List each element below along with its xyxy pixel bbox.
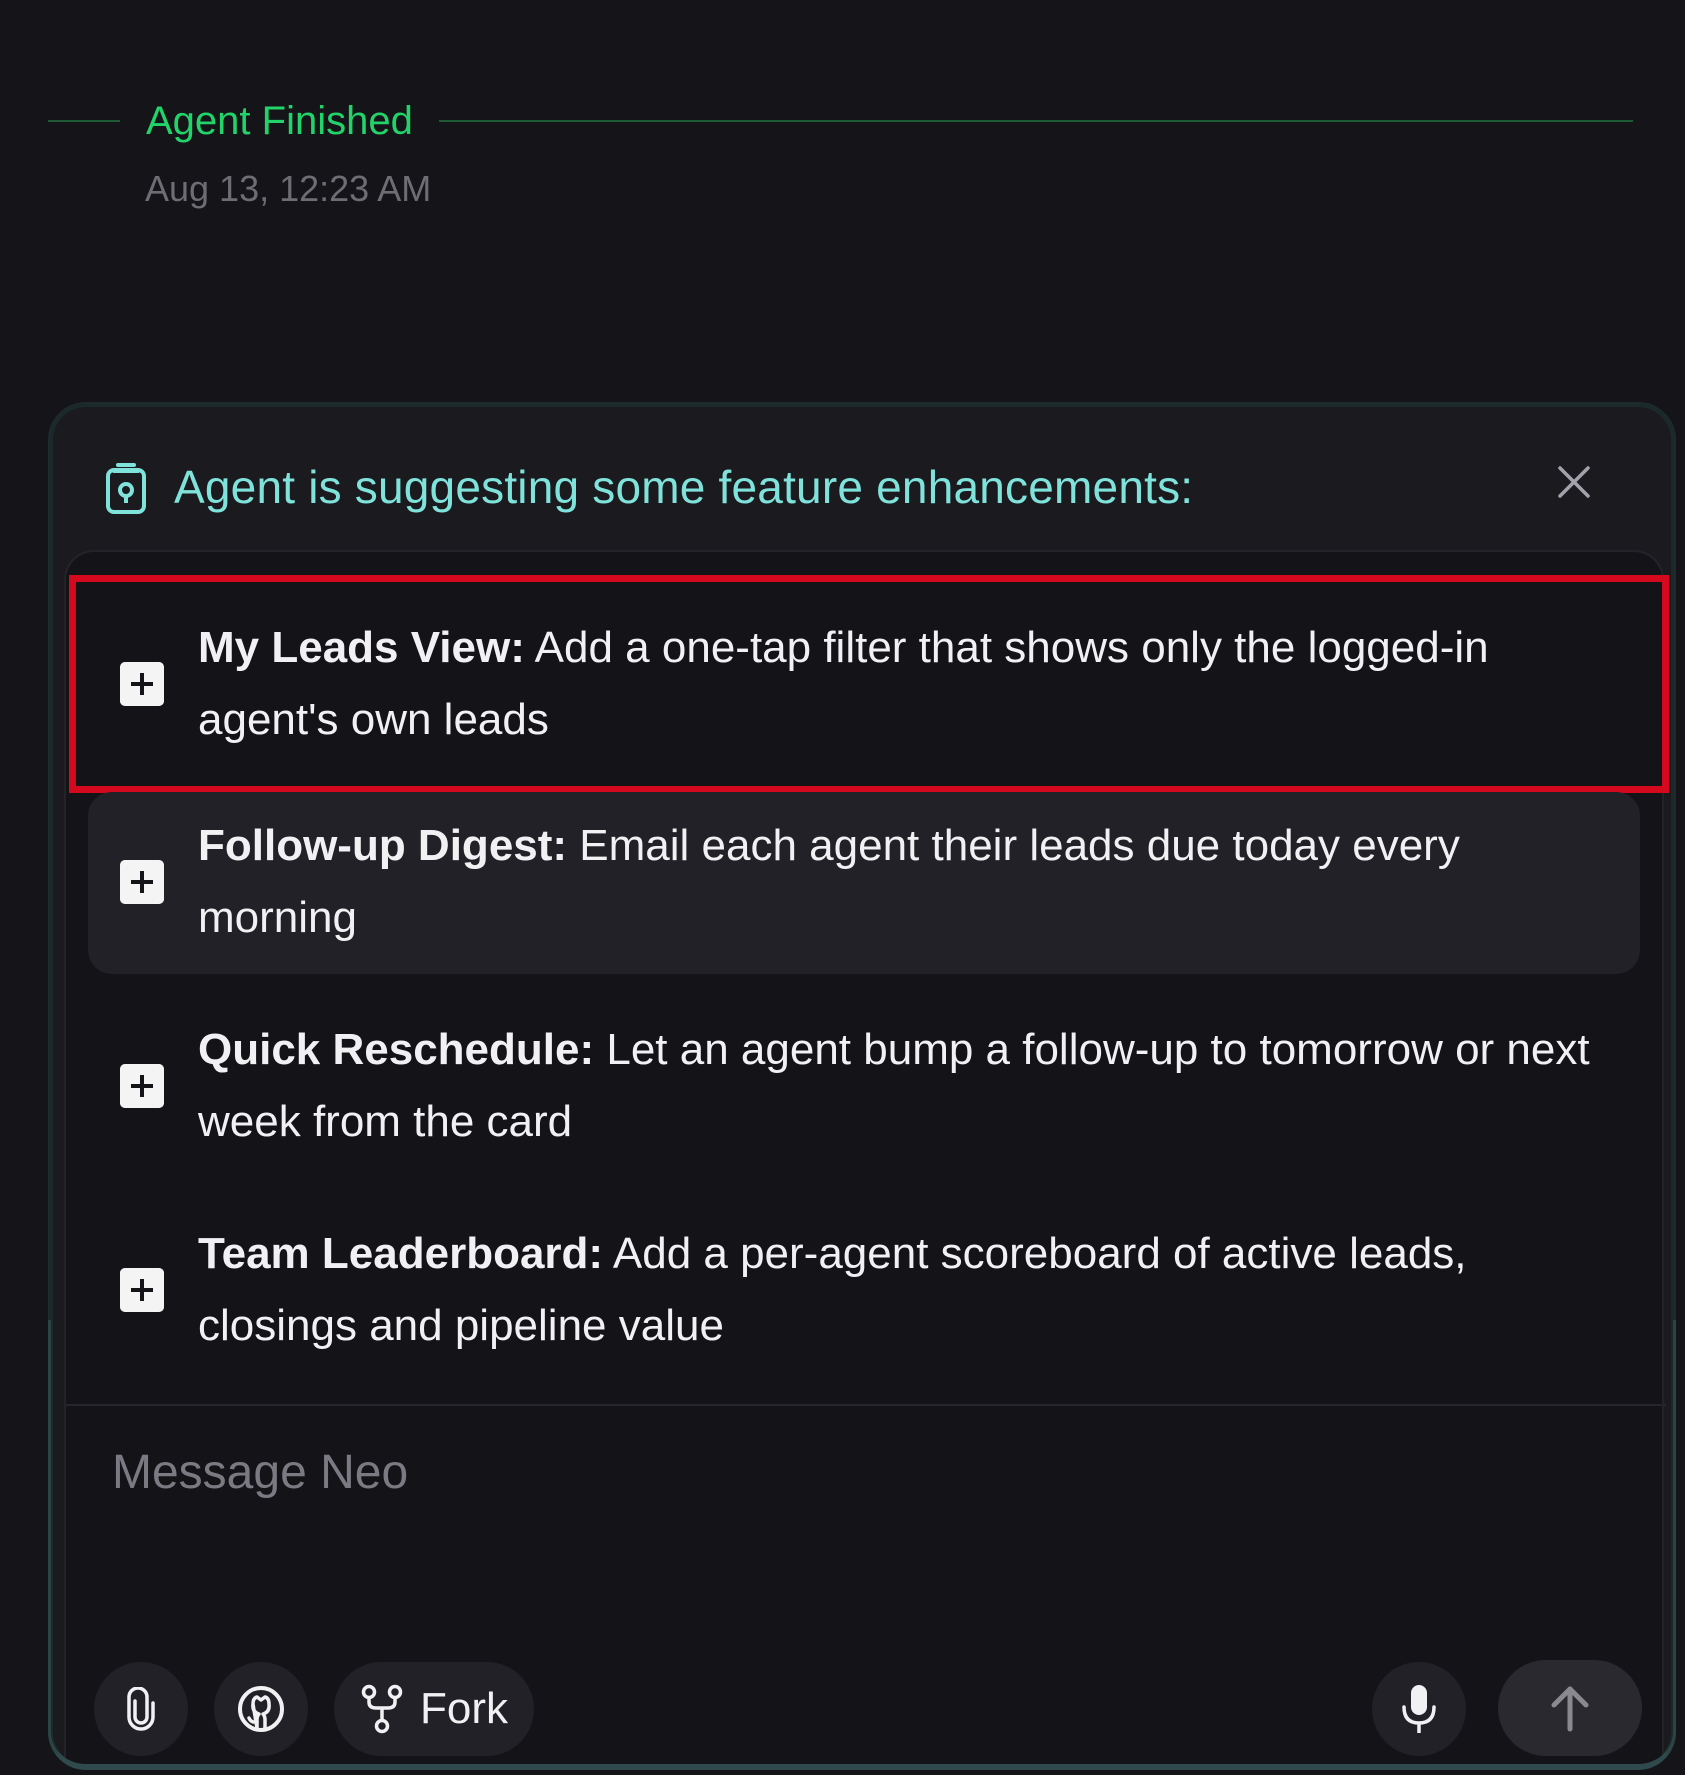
status-divider-right xyxy=(438,120,1633,122)
attach-button[interactable] xyxy=(94,1662,188,1756)
suggestion-text: Follow-up Digest: Email each agent their… xyxy=(198,810,1618,954)
suggestion-text: Team Leaderboard: Add a per-agent scoreb… xyxy=(198,1218,1618,1362)
add-plus-icon[interactable] xyxy=(120,860,164,904)
add-plus-icon[interactable] xyxy=(120,1064,164,1108)
arrow-up-icon xyxy=(1551,1686,1589,1732)
close-icon[interactable] xyxy=(1552,460,1596,504)
paperclip-icon xyxy=(127,1687,155,1731)
status-timestamp: Aug 13, 12:23 AM xyxy=(145,168,432,209)
status-title: Agent Finished xyxy=(146,98,413,143)
suggestions-title: Agent is suggesting some feature enhance… xyxy=(174,461,1194,513)
suggestion-item-quick-reschedule[interactable]: Quick Reschedule: Let an agent bump a fo… xyxy=(88,996,1640,1178)
suggestion-text: Quick Reschedule: Let an agent bump a fo… xyxy=(198,1014,1618,1158)
suggestion-name: Team Leaderboard: xyxy=(198,1229,604,1278)
status-divider-left xyxy=(48,120,120,122)
fork-icon xyxy=(361,1684,403,1734)
fork-label: Fork xyxy=(420,1684,508,1733)
add-plus-icon[interactable] xyxy=(120,1268,164,1312)
suggestion-name: Quick Reschedule: xyxy=(198,1025,595,1074)
suggestion-item-my-leads-view[interactable]: My Leads View: Add a one-tap filter that… xyxy=(69,575,1669,793)
composer-divider xyxy=(66,1404,1666,1406)
suggestion-item-follow-up-digest[interactable]: Follow-up Digest: Email each agent their… xyxy=(88,792,1640,974)
microphone-icon xyxy=(1402,1685,1436,1733)
send-button[interactable] xyxy=(1498,1660,1642,1756)
add-plus-icon[interactable] xyxy=(120,662,164,706)
suggestions-panel: My Leads View: Add a one-tap filter that… xyxy=(64,550,1669,1768)
github-icon xyxy=(238,1686,284,1732)
suggestion-item-team-leaderboard[interactable]: Team Leaderboard: Add a per-agent scoreb… xyxy=(88,1200,1640,1382)
microphone-button[interactable] xyxy=(1372,1662,1466,1756)
github-button[interactable] xyxy=(214,1662,308,1756)
suggestion-name: Follow-up Digest: xyxy=(198,821,568,870)
fork-button[interactable]: Fork xyxy=(334,1662,534,1756)
suggestions-header: Agent is suggesting some feature enhance… xyxy=(104,454,1614,520)
message-input[interactable] xyxy=(110,1432,1610,1512)
agent-status-header: Agent Finished xyxy=(48,92,1633,150)
suggestion-name: My Leads View: xyxy=(198,623,525,672)
clipboard-lock-icon xyxy=(106,463,146,514)
suggestion-text: My Leads View: Add a one-tap filter that… xyxy=(198,612,1618,756)
composer-card: Agent is suggesting some feature enhance… xyxy=(48,402,1676,1770)
